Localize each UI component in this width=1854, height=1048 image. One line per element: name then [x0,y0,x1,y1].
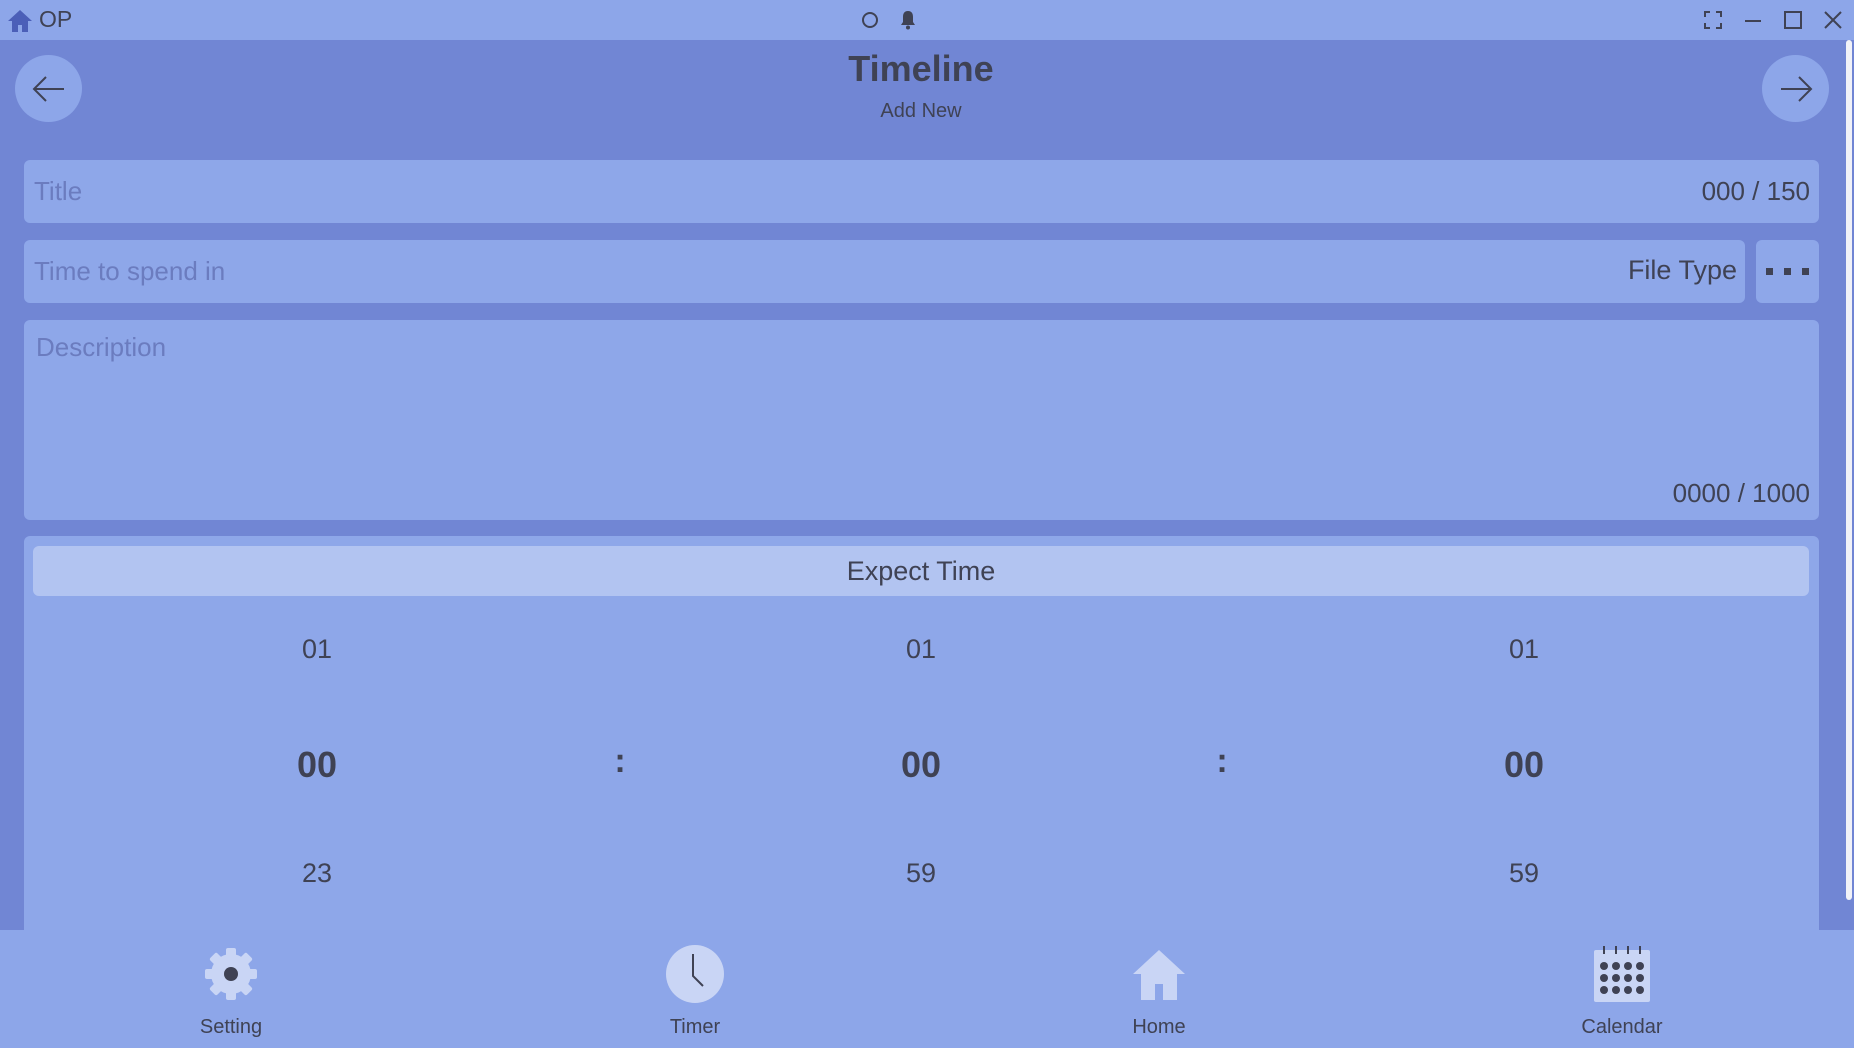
title-field[interactable]: 000 / 150 [24,160,1819,223]
file-type-label[interactable]: File Type [1628,255,1737,286]
search-icon[interactable] [857,8,883,32]
seconds-current-value[interactable]: 00 [1464,744,1584,786]
nav-label-timer: Timer [669,1016,721,1038]
forward-button[interactable] [1762,55,1829,122]
nav-item-calendar[interactable]: Calendar [1542,930,1702,1048]
calendar-icon [1592,944,1652,1004]
hours-current-value[interactable]: 00 [257,744,377,786]
expect-time-panel: Expect Time 01 00 23 : 01 00 59 : 01 00 … [24,536,1819,930]
fullscreen-icon[interactable] [1700,8,1726,32]
maximize-icon[interactable] [1780,8,1806,32]
minimize-icon[interactable] [1740,8,1766,32]
nav-item-timer[interactable]: Timer [615,930,775,1048]
nav-item-setting[interactable]: Setting [151,930,311,1048]
expect-time-label: Expect Time [33,546,1809,596]
time-to-spend-input[interactable] [34,254,1534,288]
nav-label-setting: Setting [199,1016,263,1038]
page-header: Timeline Add New [0,40,1854,150]
more-dots-icon [1765,267,1809,275]
home-icon [1129,944,1189,1004]
minutes-next-value[interactable]: 59 [861,858,981,889]
minutes-current-value[interactable]: 00 [861,744,981,786]
time-separator: : [614,742,626,780]
bell-icon[interactable] [895,8,921,32]
hours-next-value[interactable]: 23 [257,858,377,889]
nav-label-calendar: Calendar [1581,1016,1663,1038]
page-title: Timeline [848,48,994,89]
time-separator: : [1216,742,1228,780]
page-subtitle: Add New [880,100,962,122]
minutes-prev-value[interactable]: 01 [861,634,981,665]
app-home-icon[interactable] [6,8,34,34]
title-input[interactable] [34,174,1634,208]
clock-icon [665,944,725,1004]
hours-prev-value[interactable]: 01 [257,634,377,665]
app-name: OP [39,6,73,32]
description-char-counter: 0000 / 1000 [1672,478,1810,508]
window-titlebar: OP [0,0,1854,40]
nav-item-home[interactable]: Home [1079,930,1239,1048]
gear-icon [201,944,261,1004]
seconds-next-value[interactable]: 59 [1464,858,1584,889]
description-field[interactable]: 0000 / 1000 [24,320,1819,520]
title-char-counter: 000 / 150 [1701,176,1810,206]
bottom-navigation: Setting Timer Home Calendar [0,930,1854,1048]
close-icon[interactable] [1820,8,1846,32]
time-to-spend-field[interactable]: File Type [24,240,1745,303]
scrollbar[interactable] [1846,40,1852,900]
nav-label-home: Home [1132,1016,1186,1038]
seconds-prev-value[interactable]: 01 [1464,634,1584,665]
more-options-button[interactable] [1756,240,1819,303]
description-input[interactable] [36,332,1636,472]
